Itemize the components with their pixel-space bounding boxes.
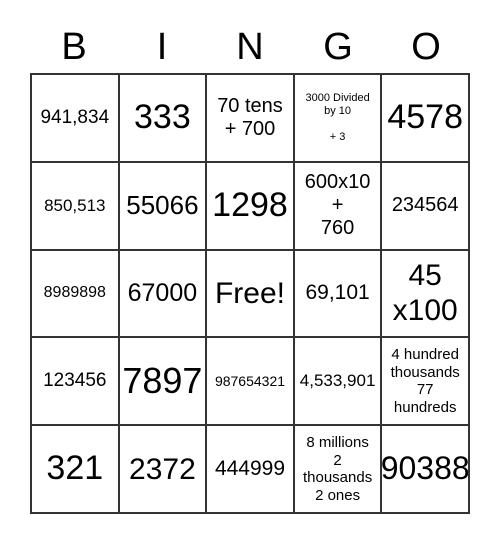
- bingo-cell[interactable]: 4578: [381, 74, 469, 162]
- header-letter-o: O: [411, 26, 441, 68]
- bingo-cell[interactable]: 444999: [206, 425, 294, 513]
- bingo-cell[interactable]: 2372: [118, 425, 207, 513]
- bingo-cell[interactable]: 67000: [118, 249, 207, 338]
- bingo-cell[interactable]: 941,834: [31, 74, 119, 162]
- header-letter-g: G: [323, 26, 353, 68]
- bingo-cell[interactable]: 987654321: [206, 337, 294, 426]
- bingo-cell[interactable]: 55066: [118, 161, 207, 250]
- header-letter-b: B: [61, 26, 87, 68]
- bingo-cell[interactable]: 4 hundred thousands 77 hundreds: [381, 337, 469, 426]
- bingo-cell[interactable]: 8 millions 2 thousands 2 ones: [293, 425, 382, 513]
- bingo-cell[interactable]: 600x10 + 760: [293, 161, 382, 250]
- bingo-grid: 941,834 333 70 tens + 700 3000 Divided by 1…: [30, 73, 470, 514]
- bingo-cell[interactable]: 123456: [31, 337, 119, 426]
- bingo-header: BINGO: [30, 22, 470, 72]
- bingo-cell[interactable]: 70 tens + 700: [206, 74, 294, 162]
- bingo-cell[interactable]: 321: [31, 425, 119, 513]
- bingo-cell[interactable]: 333: [118, 74, 207, 162]
- bingo-cell[interactable]: 7897: [118, 337, 207, 426]
- bingo-cell[interactable]: 69,101: [293, 249, 382, 338]
- bingo-cell[interactable]: 850,513: [31, 161, 119, 250]
- free-space-cell[interactable]: Free!: [206, 249, 294, 338]
- bingo-cell[interactable]: 234564: [381, 161, 469, 250]
- bingo-cell[interactable]: 45 x100: [381, 249, 469, 338]
- bingo-cell[interactable]: 1298: [206, 161, 294, 250]
- bingo-cell[interactable]: 3000 Divided by 10 + 3: [293, 74, 382, 162]
- bingo-cell[interactable]: 4,533,901: [293, 337, 382, 426]
- bingo-cell[interactable]: 8989898: [31, 249, 119, 338]
- bingo-cell[interactable]: 90388: [381, 425, 469, 513]
- header-letter-i: I: [156, 26, 168, 68]
- header-letter-n: N: [236, 26, 264, 68]
